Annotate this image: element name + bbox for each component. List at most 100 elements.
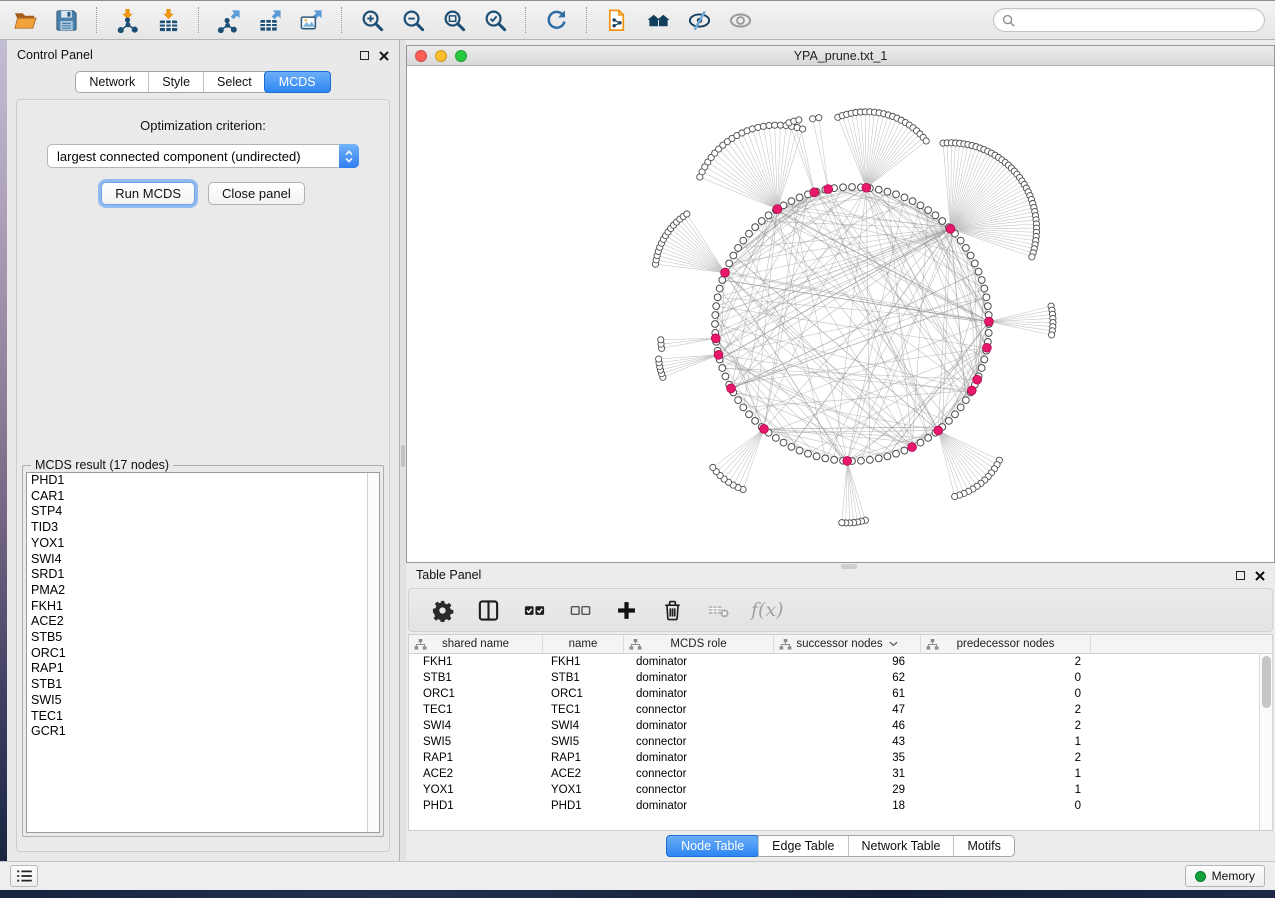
select-all-columns-button[interactable] xyxy=(521,597,547,623)
table-row[interactable]: ORC1ORC1dominator610 xyxy=(409,686,1272,702)
show-details-button xyxy=(725,5,755,35)
import-network-icon xyxy=(115,8,140,33)
sort-desc-icon xyxy=(889,641,898,647)
export-image-button[interactable] xyxy=(296,5,326,35)
plus-icon xyxy=(615,599,638,622)
memory-button[interactable]: Memory xyxy=(1185,865,1265,887)
unselect-all-columns-button[interactable] xyxy=(567,597,593,623)
result-list-scrollbar[interactable] xyxy=(367,473,379,832)
mcds-result-group: MCDS result (17 nodes) PHD1CAR1STP4TID3Y… xyxy=(22,465,384,837)
control-panel-close-icon[interactable] xyxy=(379,50,389,60)
share-document-button[interactable] xyxy=(602,5,632,35)
table-scrollbar-thumb[interactable] xyxy=(1262,656,1271,708)
mcds-result-item[interactable]: PMA2 xyxy=(27,583,379,599)
float-panel-icon[interactable] xyxy=(360,51,369,60)
table-header-row: shared namenameMCDS rolesuccessor nodesp… xyxy=(409,635,1272,654)
tab-style[interactable]: Style xyxy=(148,72,203,92)
column-header-successor-nodes[interactable]: successor nodes xyxy=(774,635,921,653)
hide-details-icon xyxy=(687,8,712,33)
mcds-result-item[interactable]: FKH1 xyxy=(27,599,379,615)
table-row[interactable]: YOX1YOX1connector291 xyxy=(409,782,1272,798)
mcds-result-item[interactable]: SWI4 xyxy=(27,552,379,568)
hide-details-button[interactable] xyxy=(684,5,714,35)
cell-name: PHD1 xyxy=(543,800,624,812)
run-mcds-button[interactable]: Run MCDS xyxy=(101,182,195,205)
table-row[interactable]: SWI4SWI4dominator462 xyxy=(409,718,1272,734)
column-header-predecessor-nodes[interactable]: predecessor nodes xyxy=(921,635,1091,653)
home-networks-button[interactable] xyxy=(643,5,673,35)
cell-predecessor-nodes: 1 xyxy=(921,768,1091,780)
tab-edge-table[interactable]: Edge Table xyxy=(758,836,847,856)
refresh-button[interactable] xyxy=(541,5,571,35)
share-document-icon xyxy=(605,8,630,33)
open-file-button[interactable] xyxy=(10,5,40,35)
mcds-result-item[interactable]: CAR1 xyxy=(27,489,379,505)
table-panel-close-icon[interactable] xyxy=(1255,570,1265,580)
mcds-result-item[interactable]: SRD1 xyxy=(27,567,379,583)
table-row[interactable]: TEC1TEC1connector472 xyxy=(409,702,1272,718)
search-input[interactable] xyxy=(1020,13,1256,27)
table-row[interactable]: STB1STB1dominator620 xyxy=(409,670,1272,686)
show-columns-button[interactable] xyxy=(475,597,501,623)
mcds-result-item[interactable]: TEC1 xyxy=(27,709,379,725)
network-window-title: YPA_prune.txt_1 xyxy=(407,49,1274,63)
column-header-MCDS-role[interactable]: MCDS role xyxy=(624,635,774,653)
export-table-button[interactable] xyxy=(255,5,285,35)
network-canvas[interactable] xyxy=(407,66,1274,562)
table-row[interactable]: FKH1FKH1dominator962 xyxy=(409,654,1272,670)
mcds-result-item[interactable]: STP4 xyxy=(27,504,379,520)
import-table-icon xyxy=(156,8,181,33)
criterion-select[interactable]: largest connected component (undirected) xyxy=(47,144,359,168)
zoom-in-button[interactable] xyxy=(357,5,387,35)
table-row[interactable]: SWI5SWI5connector431 xyxy=(409,734,1272,750)
cell-shared-name: YOX1 xyxy=(409,784,543,796)
close-panel-button[interactable]: Close panel xyxy=(208,182,305,205)
create-column-button[interactable] xyxy=(613,597,639,623)
column-header-shared-name[interactable]: shared name xyxy=(409,635,543,653)
mcds-result-item[interactable]: GCR1 xyxy=(27,724,379,740)
tab-motifs[interactable]: Motifs xyxy=(953,836,1013,856)
mcds-result-item[interactable]: YOX1 xyxy=(27,536,379,552)
table-row[interactable]: ACE2ACE2connector311 xyxy=(409,766,1272,782)
column-header-name[interactable]: name xyxy=(543,635,624,653)
delete-table-button-disabled xyxy=(705,597,731,623)
delete-column-button[interactable] xyxy=(659,597,685,623)
mcds-result-item[interactable]: ORC1 xyxy=(27,646,379,662)
table-settings-button[interactable] xyxy=(429,597,455,623)
zoom-selected-button[interactable] xyxy=(480,5,510,35)
save-session-button[interactable] xyxy=(51,5,81,35)
mcds-result-item[interactable]: RAP1 xyxy=(27,661,379,677)
toolbar-separator xyxy=(586,7,587,33)
memory-label: Memory xyxy=(1212,869,1255,883)
horizontal-splitter-handle[interactable] xyxy=(841,564,857,569)
table-row[interactable]: RAP1RAP1dominator352 xyxy=(409,750,1272,766)
tab-network-table[interactable]: Network Table xyxy=(848,836,954,856)
tab-node-table[interactable]: Node Table xyxy=(666,835,759,857)
task-history-button[interactable] xyxy=(10,865,38,887)
mcds-result-item[interactable]: STB5 xyxy=(27,630,379,646)
select-stepper-icon xyxy=(339,144,359,168)
network-window-titlebar[interactable]: YPA_prune.txt_1 xyxy=(407,46,1274,66)
gear-icon xyxy=(431,599,454,622)
export-network-button[interactable] xyxy=(214,5,244,35)
splitter-handle[interactable] xyxy=(401,445,405,467)
mcds-result-item[interactable]: STB1 xyxy=(27,677,379,693)
import-table-button[interactable] xyxy=(153,5,183,35)
mcds-result-item[interactable]: TID3 xyxy=(27,520,379,536)
cell-name: STB1 xyxy=(543,672,624,684)
cell-mcds-role: dominator xyxy=(624,688,774,700)
mcds-result-item[interactable]: ACE2 xyxy=(27,614,379,630)
zoom-fit-button[interactable] xyxy=(439,5,469,35)
table-scrollbar[interactable] xyxy=(1259,654,1272,830)
tab-select[interactable]: Select xyxy=(203,72,265,92)
table-row[interactable]: PHD1PHD1dominator180 xyxy=(409,798,1272,814)
tab-network[interactable]: Network xyxy=(76,72,148,92)
cell-successor-nodes: 29 xyxy=(774,784,921,796)
zoom-out-button[interactable] xyxy=(398,5,428,35)
mcds-result-item[interactable]: PHD1 xyxy=(27,473,379,489)
tab-mcds[interactable]: MCDS xyxy=(264,71,331,93)
mcds-result-item[interactable]: SWI5 xyxy=(27,693,379,709)
float-table-panel-icon[interactable] xyxy=(1236,571,1245,580)
table-tabs: Node TableEdge TableNetwork TableMotifs xyxy=(406,831,1275,861)
import-network-button[interactable] xyxy=(112,5,142,35)
